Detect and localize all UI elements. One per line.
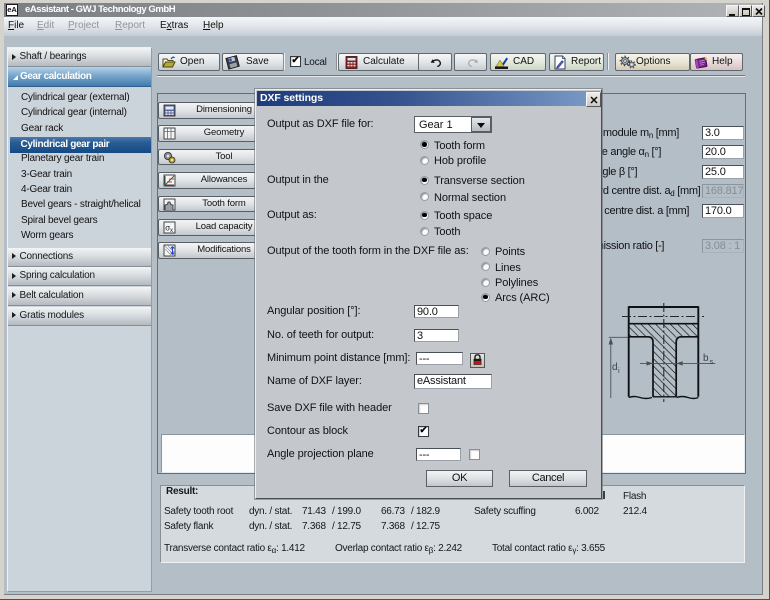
svg-text:x: x	[170, 228, 173, 234]
svg-text:i: i	[618, 366, 620, 375]
svg-text:s: s	[710, 357, 714, 366]
svg-text:d: d	[612, 362, 618, 373]
svg-text:b: b	[703, 353, 709, 364]
